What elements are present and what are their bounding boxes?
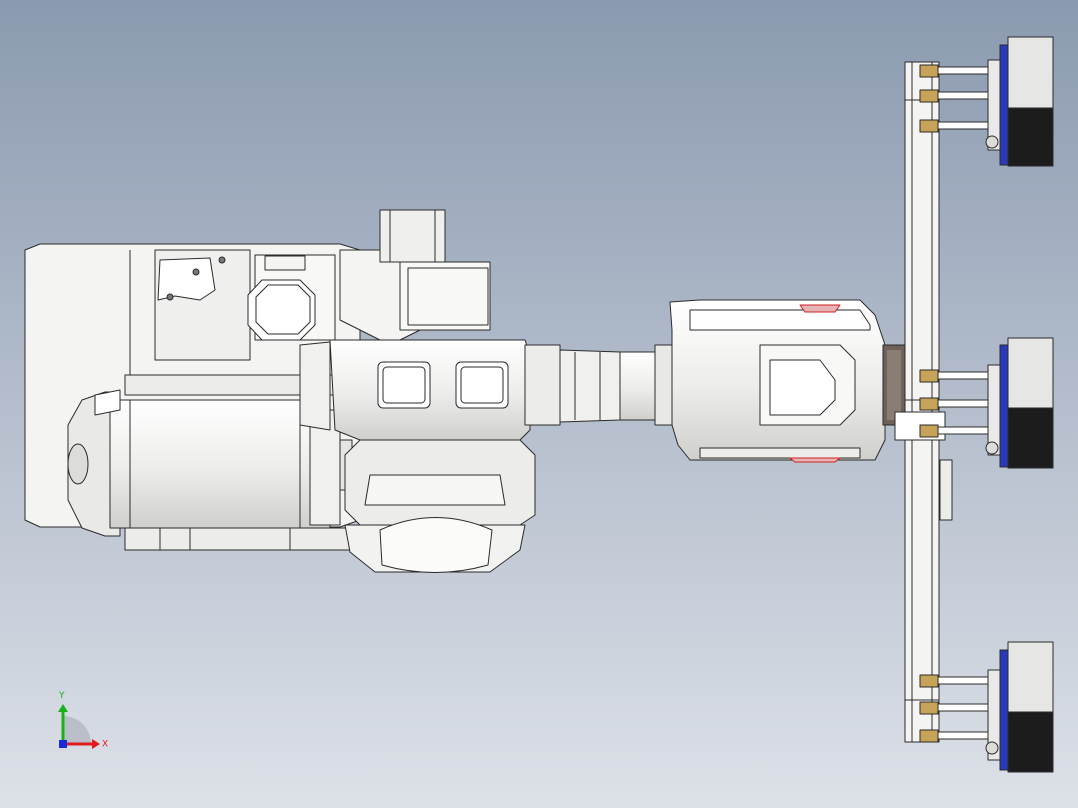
y-axis-label: Y xyxy=(58,691,65,701)
cad-viewport[interactable]: X Y xyxy=(0,0,1078,808)
upper-arm[interactable] xyxy=(524,344,659,426)
axis2-gearbox[interactable] xyxy=(344,517,526,573)
origin-marker xyxy=(59,740,67,748)
x-axis-label: X xyxy=(102,740,108,750)
wrist-housing[interactable] xyxy=(654,299,886,463)
